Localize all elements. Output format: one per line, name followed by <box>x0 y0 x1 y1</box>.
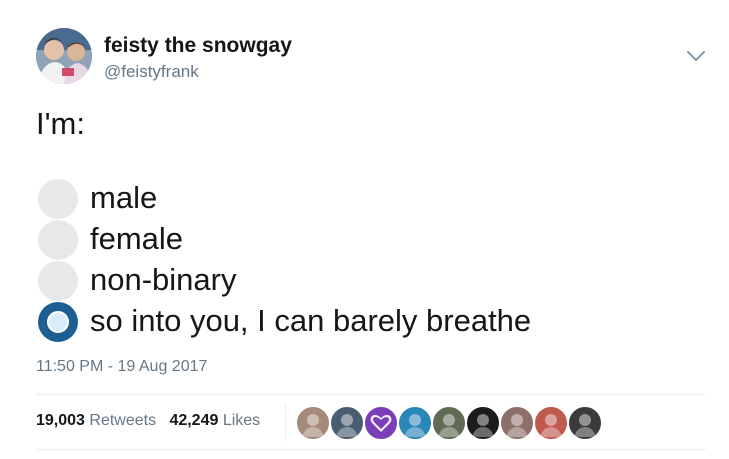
tweet-card: feisty the snowgay @feistyfrank I'm: mal… <box>0 0 729 459</box>
liker-avatar-icon[interactable] <box>432 406 466 440</box>
stats-separator <box>285 403 286 441</box>
liker-avatar-icon[interactable] <box>500 406 534 440</box>
poll-option-label: non-binary <box>90 262 237 297</box>
poll-option-label: female <box>90 221 184 256</box>
poll-option-label: male <box>90 180 158 215</box>
liker-avatar-icon[interactable] <box>568 406 602 440</box>
profile-photo-icon <box>36 28 92 84</box>
likes-label: Likes <box>222 412 261 429</box>
radio-button-icon[interactable] <box>38 261 78 301</box>
likes-count: 42,249 <box>169 412 219 429</box>
radio-button-icon[interactable] <box>38 220 78 260</box>
liker-avatar-icon[interactable] <box>398 406 432 440</box>
likes-stat[interactable]: 42,249 Likes <box>169 412 260 429</box>
chevron-down-icon[interactable] <box>683 46 709 66</box>
liker-avatar-icon[interactable] <box>296 406 330 440</box>
liker-avatar-icon[interactable] <box>330 406 364 440</box>
purple-heart-icon[interactable] <box>364 406 398 440</box>
author-avatar[interactable] <box>36 28 92 84</box>
divider-top <box>36 394 706 395</box>
author-handle[interactable]: @feistyfrank <box>104 62 199 82</box>
tweet-timestamp[interactable]: 11:50 PM - 19 Aug 2017 <box>36 358 207 376</box>
retweets-label: Retweets <box>89 412 157 429</box>
tweet-stats: 19,003 Retweets 42,249 Likes <box>36 412 260 430</box>
poll-option-male[interactable]: male <box>36 178 636 220</box>
retweets-count: 19,003 <box>36 412 85 429</box>
author-display-name[interactable]: feisty the snowgay <box>104 34 292 58</box>
liker-avatar-icon[interactable] <box>466 406 500 440</box>
radio-button-icon[interactable] <box>38 179 78 219</box>
liker-avatar-icon[interactable] <box>534 406 568 440</box>
divider-bottom <box>36 449 706 450</box>
tweet-text: I'm: <box>36 106 85 141</box>
retweets-stat[interactable]: 19,003 Retweets <box>36 412 156 429</box>
poll-option-female[interactable]: female <box>36 219 636 261</box>
poll-option-non-binary[interactable]: non-binary <box>36 260 636 302</box>
radio-selected-icon[interactable] <box>38 302 78 342</box>
poll-option-label: so into you, I can barely breathe <box>90 303 532 338</box>
poll-option-selected[interactable]: so into you, I can barely breathe <box>36 301 636 343</box>
